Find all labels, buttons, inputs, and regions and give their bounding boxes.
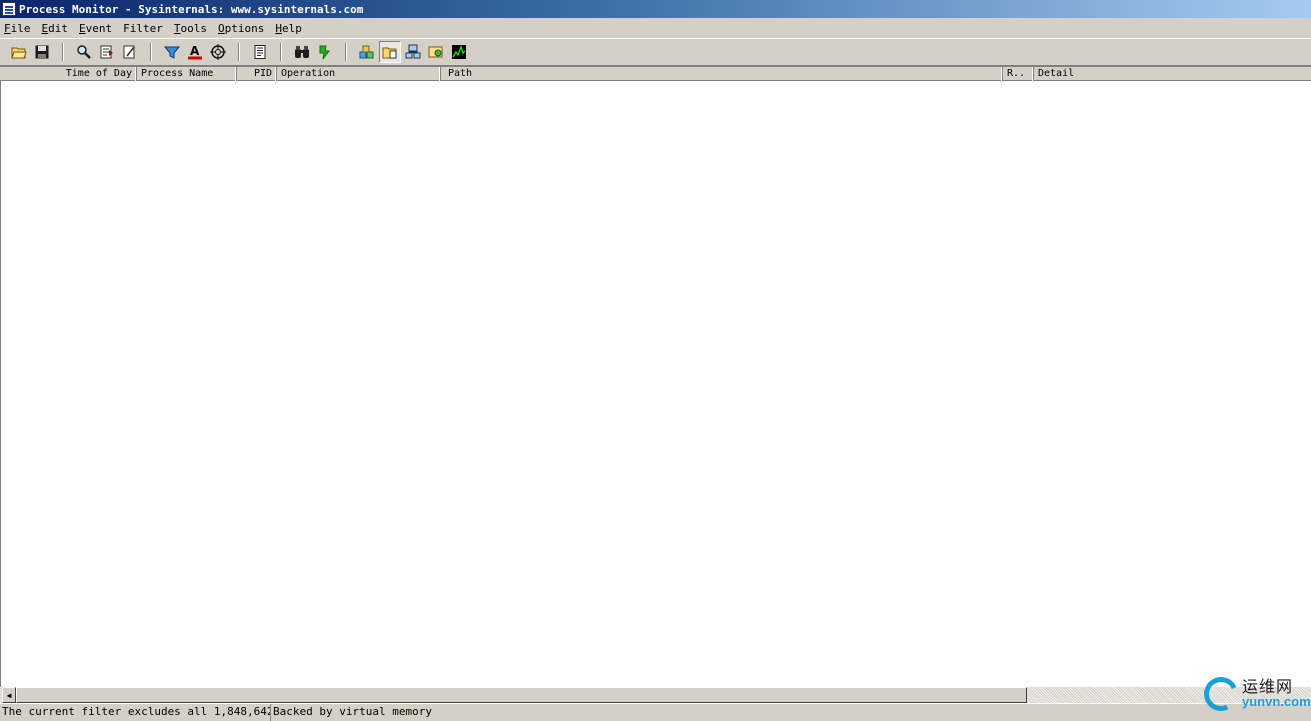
watermark-url-text: yunvn.com [1242,694,1311,709]
watermark-text: 运维网 yunvn.com [1242,677,1311,710]
toolbar-separator [238,43,240,61]
include-process-button[interactable] [207,41,229,63]
menu-bar: File Edit Event Filter Tools Options Hel… [0,18,1311,39]
window-title: Process Monitor - Sysinternals: www.sysi… [19,2,364,16]
profiling-graph-icon [452,45,466,59]
svg-text:A: A [190,44,200,58]
highlight-button[interactable]: A [184,41,206,63]
menu-tools-label: ools [180,21,208,35]
process-gears-icon [428,46,443,58]
open-folder-icon [11,47,27,59]
menu-event-accel: E [79,21,86,35]
arrow-left-icon: ◀ [6,690,12,700]
scrollbar-thumb[interactable] [16,687,1027,703]
binoculars-icon [295,46,309,58]
green-arrow-icon [319,45,330,60]
save-button[interactable] [31,41,53,63]
file-system-icon [382,47,397,59]
watermark-ring-icon [1199,672,1243,716]
menu-options-label: ptions [224,21,265,35]
capture-button[interactable] [73,41,95,63]
clear-display-icon [123,45,135,59]
column-path[interactable]: Path [441,67,1003,81]
horizontal-scrollbar[interactable]: ◀ [0,687,1311,703]
menu-help-label: elp [282,21,302,35]
menu-help-accel: H [275,21,282,35]
menu-edit[interactable]: Edit [37,22,75,35]
column-process-name[interactable]: Process Name [137,67,237,81]
menu-file-label: ile [10,21,31,35]
clear-button[interactable] [119,41,141,63]
status-bar: The current filter excludes all 1,848,64… [0,703,1311,721]
event-list[interactable] [0,81,1311,687]
column-time-of-day[interactable]: Time of Day [0,67,137,81]
toolbar-separator [345,43,347,61]
watermark-cn-text: 运维网 [1242,677,1294,696]
registry-cubes-icon [359,45,374,59]
menu-tools[interactable]: Tools [169,22,213,35]
menu-tools-accel: T [173,21,181,35]
menu-event[interactable]: Event [74,22,118,35]
find-button[interactable] [291,41,313,63]
column-detail[interactable]: Detail [1034,67,1311,81]
title-bar: Process Monitor - Sysinternals: www.sysi… [0,0,1311,18]
status-filter-text: The current filter excludes all 1,848,64… [0,704,271,721]
autoscroll-button[interactable] [96,41,118,63]
filter-button[interactable] [161,41,183,63]
filter-funnel-icon [164,46,180,59]
network-computers-icon [405,44,421,59]
document-tree-icon [254,45,266,59]
menu-help[interactable]: Help [270,22,308,35]
column-result[interactable]: R.. [1003,67,1034,81]
menu-edit-label: dit [48,21,68,35]
save-floppy-icon [35,45,49,59]
toolbar-separator [280,43,282,61]
menu-file[interactable]: File [0,22,37,35]
menu-filter[interactable]: Filter [118,22,169,35]
column-pid[interactable]: PID [237,67,277,81]
profiling-events-button[interactable] [448,41,470,63]
toolbar-separator [150,43,152,61]
network-activity-button[interactable] [402,41,424,63]
process-monitor-app-icon[interactable] [2,2,16,16]
registry-activity-button[interactable] [356,41,378,63]
menu-file-accel: F [4,21,11,35]
jump-to-button[interactable] [314,41,336,63]
menu-filter-label-wrap: ilter [130,22,163,35]
watermark-logo: 运维网 yunvn.com [1199,671,1311,717]
column-operation[interactable]: Operation [277,67,441,81]
magnifier-icon [77,45,91,59]
menu-event-label: vent [85,21,113,35]
menu-filter-accel: F [123,21,130,35]
autoscroll-icon [100,45,113,59]
file-system-activity-button[interactable] [379,41,401,63]
status-memory-text: Backed by virtual memory [273,705,432,718]
process-thread-activity-button[interactable] [425,41,447,63]
event-list-header: Time of Day Process Name PID Operation P… [0,66,1311,81]
process-tree-button[interactable] [249,41,271,63]
scroll-left-button[interactable]: ◀ [2,687,16,703]
open-button[interactable] [8,41,30,63]
toolbar-separator [62,43,64,61]
crosshair-target-icon [210,44,226,60]
highlight-letter-icon: A [188,44,202,60]
menu-options-accel: O [218,21,225,35]
menu-options[interactable]: Options [213,22,270,35]
menu-filter-label: ilter [129,21,163,35]
toolbar: A [0,39,1311,66]
